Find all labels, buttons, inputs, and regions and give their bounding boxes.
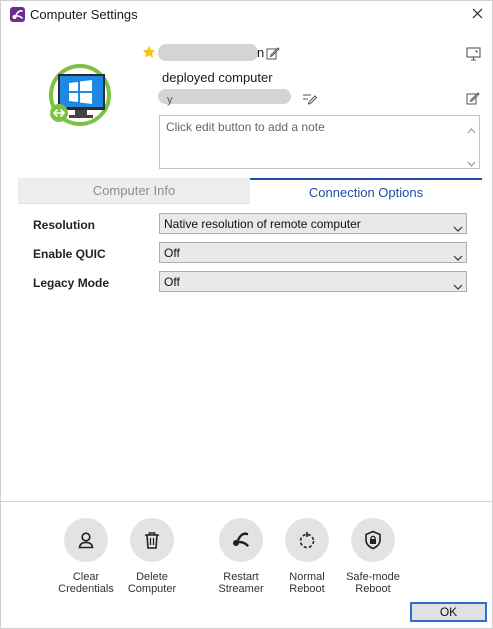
edit-id-icon[interactable] [302,91,318,105]
resolution-select[interactable]: Native resolution of remote computer [159,213,467,234]
computer-name-tail: n [257,45,265,60]
note-textarea[interactable]: Click edit button to add a note [159,115,480,169]
safe-mode-reboot-label: Safe-mode Reboot [346,571,400,595]
computer-id-redacted [158,89,291,104]
edit-note-icon[interactable] [466,91,480,105]
ok-button[interactable]: OK [410,602,487,622]
footer-divider [1,501,492,502]
chevron-down-icon [453,220,463,232]
shield-lock-icon [365,530,381,550]
chevron-down-icon [453,278,463,290]
restart-streamer-button[interactable] [219,518,263,562]
enable-quic-value: Off [164,246,180,260]
streamer-icon [233,532,249,547]
close-button[interactable] [467,4,489,24]
edit-name-icon[interactable] [266,46,280,60]
chevron-down-icon [453,249,463,261]
resolution-value: Native resolution of remote computer [164,217,361,231]
close-icon [472,8,483,19]
reboot-icon [299,532,315,549]
favorite-star-icon[interactable] [142,45,156,59]
scroll-up-icon[interactable] [467,121,476,134]
delete-computer-label: Delete Computer [127,571,177,595]
legacy-mode-select[interactable]: Off [159,271,467,292]
enable-quic-select[interactable]: Off [159,242,467,263]
title-bar: Computer Settings [1,1,492,29]
trash-icon [145,532,159,549]
app-logo-icon [10,7,25,22]
person-icon [78,532,94,549]
tab-computer-info[interactable]: Computer Info [18,178,250,204]
note-placeholder: Click edit button to add a note [166,120,325,134]
legacy-mode-label: Legacy Mode [33,276,110,290]
legacy-mode-value: Off [164,275,180,289]
resolution-label: Resolution [33,218,95,232]
remote-screen-icon[interactable] [466,47,481,61]
scroll-down-icon[interactable] [467,155,476,167]
tab-connection-options[interactable]: Connection Options [250,178,482,204]
normal-reboot-button[interactable] [285,518,329,562]
computer-windows-icon [45,61,115,129]
computer-description: deployed computer [162,70,273,85]
clear-credentials-button[interactable] [64,518,108,562]
computer-id-tail: y [167,94,173,106]
computer-name-redacted [158,44,258,61]
safe-mode-reboot-button[interactable] [351,518,395,562]
window-title: Computer Settings [30,7,138,22]
delete-computer-button[interactable] [130,518,174,562]
enable-quic-label: Enable QUIC [33,247,106,261]
